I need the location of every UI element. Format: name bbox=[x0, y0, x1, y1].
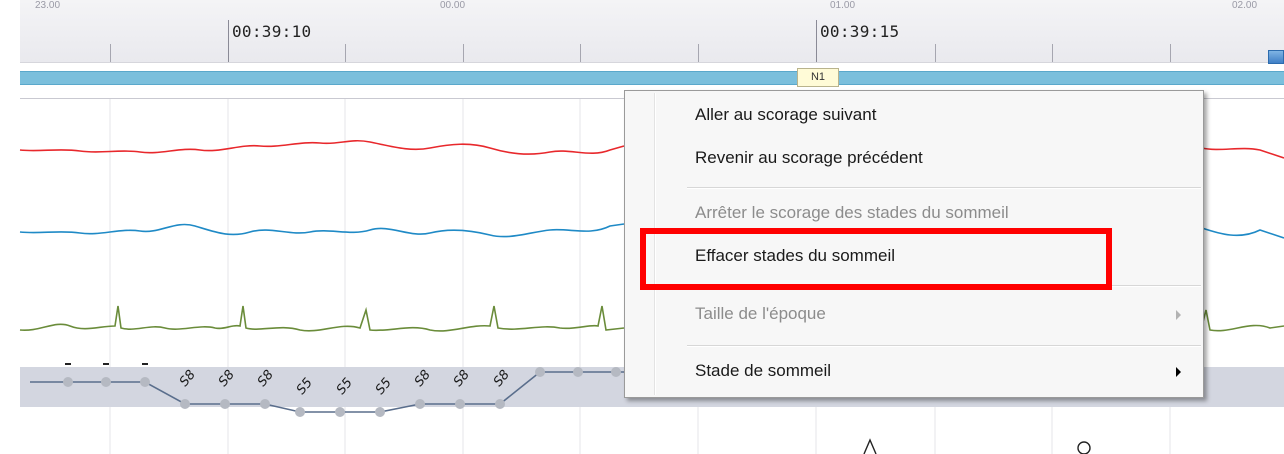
event-markers bbox=[863, 438, 1091, 454]
menu-item-stop-scoring[interactable]: Arrêter le scorage des stades du sommeil bbox=[695, 203, 1009, 223]
menu-item-epoch-size[interactable]: Taille de l'époque bbox=[695, 304, 826, 324]
menu-item-sleep-stage[interactable]: Stade de sommeil bbox=[695, 361, 831, 381]
menu-item-next-scoring[interactable]: Aller au scorage suivant bbox=[695, 105, 876, 125]
menu-separator bbox=[687, 345, 1201, 347]
menu-separator bbox=[687, 187, 1201, 189]
menu-item-previous-scoring[interactable]: Revenir au scorage précédent bbox=[695, 148, 923, 168]
submenu-arrow-icon bbox=[1176, 367, 1181, 377]
submenu-arrow-icon bbox=[1176, 310, 1181, 320]
highlight-annotation-box bbox=[640, 228, 1112, 290]
